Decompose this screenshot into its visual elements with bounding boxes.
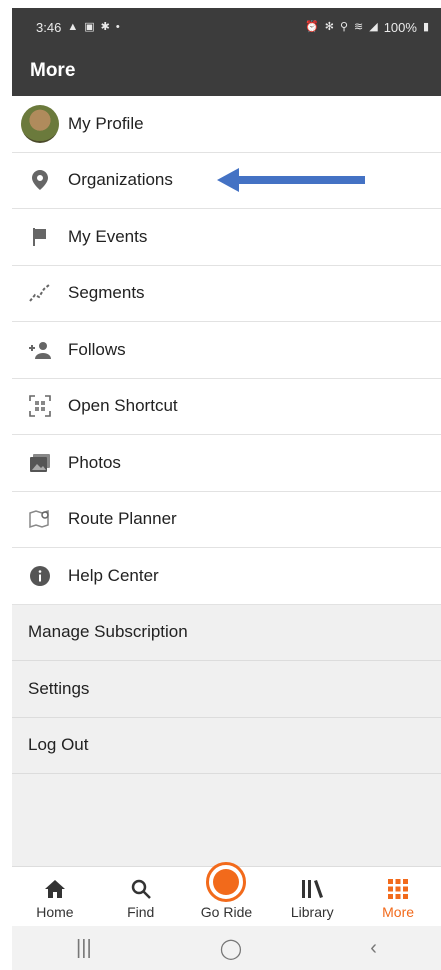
alarm-icon: ⏰ [305, 20, 319, 33]
app-screen: 3:46 ▲ ▣ ✱ • ⏰ ✻ ⚲ ≋ ◢ 100% ▮ More My Pr… [12, 8, 441, 970]
page-title: More [30, 60, 76, 81]
menu-item-label: Route Planner [68, 509, 177, 529]
tab-find[interactable]: Find [101, 877, 181, 920]
menu-item-segments[interactable]: Segments [12, 265, 441, 322]
map-pin-icon [12, 509, 68, 529]
menu-item-my-profile[interactable]: My Profile [12, 96, 441, 153]
flag-icon [12, 227, 68, 247]
tab-more[interactable]: More [358, 877, 438, 920]
menu-item-label: Open Shortcut [68, 396, 178, 416]
tab-label: Find [127, 904, 155, 920]
location-pin-icon [12, 170, 68, 191]
menu-item-label: Photos [68, 452, 121, 472]
photos-icon [12, 453, 68, 472]
log-out-button[interactable]: Log Out [12, 717, 441, 774]
signal-icon: ◢ [369, 20, 378, 33]
home-circle-icon[interactable]: ◯ [220, 936, 242, 961]
avatar [12, 104, 68, 143]
status-bar: 3:46 ▲ ▣ ✱ • ⏰ ✻ ⚲ ≋ ◢ 100% ▮ [12, 8, 441, 46]
menu-item-organizations[interactable]: Organizations [12, 152, 441, 209]
dot-icon: • [115, 20, 120, 33]
tab-label: Library [290, 904, 334, 920]
settings-button[interactable]: Settings [12, 661, 441, 718]
battery-icon: ▮ [422, 20, 429, 33]
qr-scan-icon [12, 395, 68, 418]
star-icon: ✱ [100, 20, 110, 33]
menu-item-photos[interactable]: Photos [12, 435, 441, 492]
menu-item-my-events[interactable]: My Events [12, 209, 441, 266]
location-icon: ⚲ [339, 20, 348, 33]
menu-item-label: My Profile [68, 113, 144, 133]
bottom-tab-bar: Home Find Go Ride Library More [12, 862, 441, 926]
menu-item-route-planner[interactable]: Route Planner [12, 491, 441, 548]
recents-icon[interactable]: ||| [76, 937, 92, 960]
segment-line-icon [12, 283, 68, 303]
menu-item-label: Help Center [68, 565, 159, 585]
tab-label: Go Ride [200, 904, 253, 920]
menu-item-help-center[interactable]: Help Center [12, 548, 441, 605]
menu-item-open-shortcut[interactable]: Open Shortcut [12, 378, 441, 435]
tab-label: More [382, 904, 415, 920]
menu-item-label: Organizations [68, 170, 173, 190]
battery-level: 100% [383, 19, 417, 35]
system-nav-bar: ||| ◯ ‹ [12, 926, 441, 970]
image-icon: ▣ [84, 20, 95, 33]
annotation-arrow-icon [217, 168, 365, 193]
status-time: 3:46 [36, 19, 62, 35]
wifi-icon: ≋ [354, 20, 364, 33]
record-icon [206, 862, 247, 902]
menu-item-label: Segments [68, 283, 145, 303]
search-icon [131, 877, 151, 901]
back-icon[interactable]: ‹ [370, 937, 377, 960]
tab-label: Home [36, 904, 74, 920]
tab-library[interactable]: Library [272, 877, 352, 920]
manage-subscription-button[interactable]: Manage Subscription [12, 604, 441, 661]
add-person-icon [12, 341, 68, 359]
menu-item-label: My Events [68, 226, 148, 246]
info-icon [12, 565, 68, 586]
home-icon [44, 877, 65, 901]
menu-item-follows[interactable]: Follows [12, 322, 441, 379]
menu-item-label: Follows [68, 339, 126, 359]
bluetooth-icon: ✻ [324, 20, 334, 33]
more-menu: My Profile Organizations My Events Segme… [12, 96, 441, 605]
app-bar: More [12, 46, 441, 96]
tab-home[interactable]: Home [15, 877, 95, 920]
tab-go-ride[interactable]: Go Ride [186, 862, 266, 920]
library-icon [301, 877, 324, 901]
grid-icon [388, 877, 409, 901]
navigation-icon: ▲ [67, 20, 79, 33]
